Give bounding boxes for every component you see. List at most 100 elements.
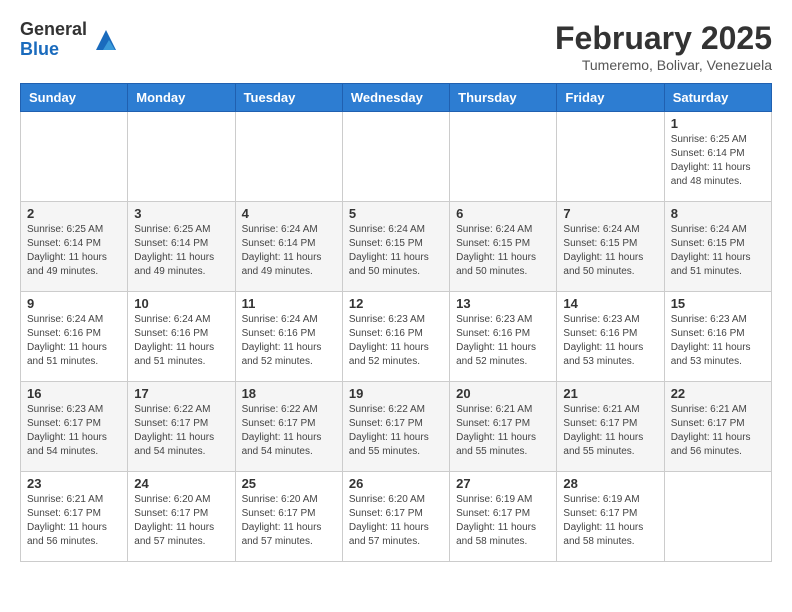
calendar-cell [664, 472, 771, 562]
day-info: Sunrise: 6:22 AM Sunset: 6:17 PM Dayligh… [349, 403, 443, 459]
calendar-cell: 24 Sunrise: 6:20 AM Sunset: 6:17 PM Dayli… [128, 472, 235, 562]
month-title: February 2025 [555, 20, 772, 57]
calendar-cell [450, 112, 557, 202]
day-info: Sunrise: 6:24 AM Sunset: 6:15 PM Dayligh… [349, 223, 443, 279]
day-info: Sunrise: 6:23 AM Sunset: 6:16 PM Dayligh… [671, 313, 765, 369]
day-info: Sunrise: 6:23 AM Sunset: 6:16 PM Dayligh… [563, 313, 657, 369]
day-info: Sunrise: 6:22 AM Sunset: 6:17 PM Dayligh… [134, 403, 228, 459]
day-info: Sunrise: 6:22 AM Sunset: 6:17 PM Dayligh… [242, 403, 336, 459]
calendar-cell: 9Sunrise: 6:24 AM Sunset: 6:16 PM Daylig… [21, 292, 128, 382]
day-info: Sunrise: 6:24 AM Sunset: 6:16 PM Dayligh… [134, 313, 228, 369]
day-info: Sunrise: 6:19 AM Sunset: 6:17 PM Dayligh… [456, 493, 550, 549]
day-number: 15 [671, 296, 765, 311]
calendar-cell: 19 Sunrise: 6:22 AM Sunset: 6:17 PM Dayli… [342, 382, 449, 472]
day-number: 24 [134, 476, 228, 491]
title-block: February 2025 Tumeremo, Bolivar, Venezue… [555, 20, 772, 73]
day-number: 19 [349, 386, 443, 401]
day-info: Sunrise: 6:25 AM Sunset: 6:14 PM Dayligh… [134, 223, 228, 279]
day-number: 18 [242, 386, 336, 401]
day-number: 5 [349, 206, 443, 221]
day-number: 3 [134, 206, 228, 221]
day-number: 11 [242, 296, 336, 311]
calendar-cell: 21 Sunrise: 6:21 AM Sunset: 6:17 PM Dayli… [557, 382, 664, 472]
day-info: Sunrise: 6:19 AM Sunset: 6:17 PM Dayligh… [563, 493, 657, 549]
calendar-header-saturday: Saturday [664, 84, 771, 112]
day-number: 7 [563, 206, 657, 221]
calendar-week-4: 16 Sunrise: 6:23 AM Sunset: 6:17 PM Dayli… [21, 382, 772, 472]
calendar-cell: 13Sunrise: 6:23 AM Sunset: 6:16 PM Dayli… [450, 292, 557, 382]
day-number: 21 [563, 386, 657, 401]
calendar-header-row: SundayMondayTuesdayWednesdayThursdayFrid… [21, 84, 772, 112]
calendar-cell: 16 Sunrise: 6:23 AM Sunset: 6:17 PM Dayli… [21, 382, 128, 472]
calendar-cell: 23Sunrise: 6:21 AM Sunset: 6:17 PM Dayli… [21, 472, 128, 562]
calendar-cell: 10 Sunrise: 6:24 AM Sunset: 6:16 PM Dayli… [128, 292, 235, 382]
calendar-header-sunday: Sunday [21, 84, 128, 112]
calendar-cell: 26 Sunrise: 6:20 AM Sunset: 6:17 PM Dayli… [342, 472, 449, 562]
day-info: Sunrise: 6:25 AM Sunset: 6:14 PM Dayligh… [27, 223, 121, 279]
day-info: Sunrise: 6:21 AM Sunset: 6:17 PM Dayligh… [671, 403, 765, 459]
day-number: 16 [27, 386, 121, 401]
day-info: Sunrise: 6:23 AM Sunset: 6:16 PM Dayligh… [456, 313, 550, 369]
day-info: Sunrise: 6:24 AM Sunset: 6:16 PM Dayligh… [242, 313, 336, 369]
logo-blue: Blue [20, 40, 87, 60]
calendar-cell [557, 112, 664, 202]
calendar-table: SundayMondayTuesdayWednesdayThursdayFrid… [20, 83, 772, 562]
day-info: Sunrise: 6:21 AM Sunset: 6:17 PM Dayligh… [563, 403, 657, 459]
calendar-cell [342, 112, 449, 202]
day-number: 22 [671, 386, 765, 401]
day-info: Sunrise: 6:24 AM Sunset: 6:15 PM Dayligh… [671, 223, 765, 279]
calendar-cell [21, 112, 128, 202]
logo: General Blue [20, 20, 121, 60]
calendar-cell: 28 Sunrise: 6:19 AM Sunset: 6:17 PM Dayli… [557, 472, 664, 562]
calendar-cell: 5 Sunrise: 6:24 AM Sunset: 6:15 PM Daylig… [342, 202, 449, 292]
day-number: 10 [134, 296, 228, 311]
day-info: Sunrise: 6:20 AM Sunset: 6:17 PM Dayligh… [349, 493, 443, 549]
day-number: 28 [563, 476, 657, 491]
calendar-cell: 11 Sunrise: 6:24 AM Sunset: 6:16 PM Dayli… [235, 292, 342, 382]
day-info: Sunrise: 6:24 AM Sunset: 6:15 PM Dayligh… [456, 223, 550, 279]
location: Tumeremo, Bolivar, Venezuela [555, 57, 772, 73]
calendar-header-wednesday: Wednesday [342, 84, 449, 112]
day-info: Sunrise: 6:21 AM Sunset: 6:17 PM Dayligh… [27, 493, 121, 549]
day-number: 8 [671, 206, 765, 221]
day-info: Sunrise: 6:23 AM Sunset: 6:17 PM Dayligh… [27, 403, 121, 459]
day-info: Sunrise: 6:25 AM Sunset: 6:14 PM Dayligh… [671, 133, 765, 189]
calendar-week-2: 2Sunrise: 6:25 AM Sunset: 6:14 PM Daylig… [21, 202, 772, 292]
calendar-cell: 20Sunrise: 6:21 AM Sunset: 6:17 PM Dayli… [450, 382, 557, 472]
page-header: General Blue February 2025 Tumeremo, Bol… [20, 20, 772, 73]
calendar-cell: 15 Sunrise: 6:23 AM Sunset: 6:16 PM Dayli… [664, 292, 771, 382]
calendar-cell: 3 Sunrise: 6:25 AM Sunset: 6:14 PM Daylig… [128, 202, 235, 292]
day-number: 17 [134, 386, 228, 401]
calendar-cell: 7 Sunrise: 6:24 AM Sunset: 6:15 PM Daylig… [557, 202, 664, 292]
logo-general: General [20, 20, 87, 40]
calendar-cell: 17 Sunrise: 6:22 AM Sunset: 6:17 PM Dayli… [128, 382, 235, 472]
calendar-cell [235, 112, 342, 202]
day-info: Sunrise: 6:20 AM Sunset: 6:17 PM Dayligh… [242, 493, 336, 549]
day-number: 27 [456, 476, 550, 491]
calendar-cell: 27 Sunrise: 6:19 AM Sunset: 6:17 PM Dayli… [450, 472, 557, 562]
calendar-cell: 2Sunrise: 6:25 AM Sunset: 6:14 PM Daylig… [21, 202, 128, 292]
day-info: Sunrise: 6:24 AM Sunset: 6:15 PM Dayligh… [563, 223, 657, 279]
calendar-week-5: 23Sunrise: 6:21 AM Sunset: 6:17 PM Dayli… [21, 472, 772, 562]
calendar-header-friday: Friday [557, 84, 664, 112]
day-info: Sunrise: 6:20 AM Sunset: 6:17 PM Dayligh… [134, 493, 228, 549]
day-number: 14 [563, 296, 657, 311]
day-info: Sunrise: 6:24 AM Sunset: 6:16 PM Dayligh… [27, 313, 121, 369]
day-number: 20 [456, 386, 550, 401]
day-number: 4 [242, 206, 336, 221]
calendar-cell: 18 Sunrise: 6:22 AM Sunset: 6:17 PM Dayli… [235, 382, 342, 472]
calendar-week-3: 9Sunrise: 6:24 AM Sunset: 6:16 PM Daylig… [21, 292, 772, 382]
calendar-cell: 1 Sunrise: 6:25 AM Sunset: 6:14 PM Daylig… [664, 112, 771, 202]
calendar-header-monday: Monday [128, 84, 235, 112]
calendar-week-1: 1 Sunrise: 6:25 AM Sunset: 6:14 PM Daylig… [21, 112, 772, 202]
day-number: 12 [349, 296, 443, 311]
day-number: 6 [456, 206, 550, 221]
calendar-header-thursday: Thursday [450, 84, 557, 112]
calendar-cell: 4Sunrise: 6:24 AM Sunset: 6:14 PM Daylig… [235, 202, 342, 292]
calendar-cell [128, 112, 235, 202]
calendar-cell: 6 Sunrise: 6:24 AM Sunset: 6:15 PM Daylig… [450, 202, 557, 292]
day-number: 26 [349, 476, 443, 491]
calendar-cell: 8 Sunrise: 6:24 AM Sunset: 6:15 PM Daylig… [664, 202, 771, 292]
day-number: 1 [671, 116, 765, 131]
calendar-cell: 12Sunrise: 6:23 AM Sunset: 6:16 PM Dayli… [342, 292, 449, 382]
